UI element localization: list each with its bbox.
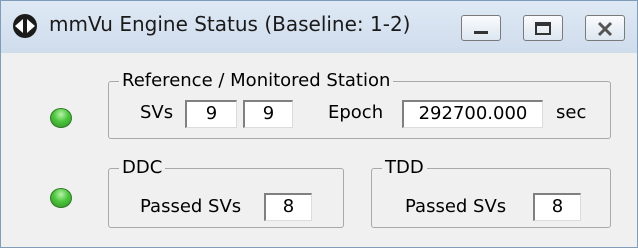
tdd-group-legend: TDD <box>382 156 427 180</box>
epoch-field: 292700.000 <box>402 100 543 128</box>
reference-group-legend: Reference / Monitored Station <box>119 69 394 93</box>
reference-status-led <box>50 108 72 128</box>
ddc-group-legend: DDC <box>119 156 166 180</box>
tdd-passed-svs-label: Passed SVs <box>405 196 507 217</box>
epoch-label: Epoch <box>328 102 384 123</box>
reference-monitored-group: Reference / Monitored Station SVs 9 9 Ep… <box>108 69 611 139</box>
minimize-icon <box>474 31 488 34</box>
title-bar[interactable]: mmVu Engine Status (Baseline: 1-2) <box>1 1 637 53</box>
double-arrow-icon <box>12 13 38 39</box>
svs-label: SVs <box>140 102 174 123</box>
close-icon <box>597 21 613 37</box>
svs-reference-field: 9 <box>185 100 237 128</box>
ddc-passed-svs-field: 8 <box>264 193 312 221</box>
svs-monitored-field: 9 <box>243 100 293 128</box>
ddc-group: DDC Passed SVs 8 <box>108 156 344 228</box>
maximize-button[interactable] <box>523 15 563 41</box>
epoch-unit-label: sec <box>556 102 587 123</box>
tdd-passed-svs-field: 8 <box>533 193 581 221</box>
minimize-button[interactable] <box>461 15 501 41</box>
tdd-group: TDD Passed SVs 8 <box>371 156 611 228</box>
close-button[interactable] <box>585 15 625 41</box>
maximize-icon <box>535 22 551 35</box>
engine-status-window: mmVu Engine Status (Baseline: 1-2) Refer… <box>0 0 638 248</box>
window-title: mmVu Engine Status (Baseline: 1-2) <box>49 12 411 36</box>
ddc-passed-svs-label: Passed SVs <box>140 196 242 217</box>
ddc-status-led <box>50 188 72 208</box>
